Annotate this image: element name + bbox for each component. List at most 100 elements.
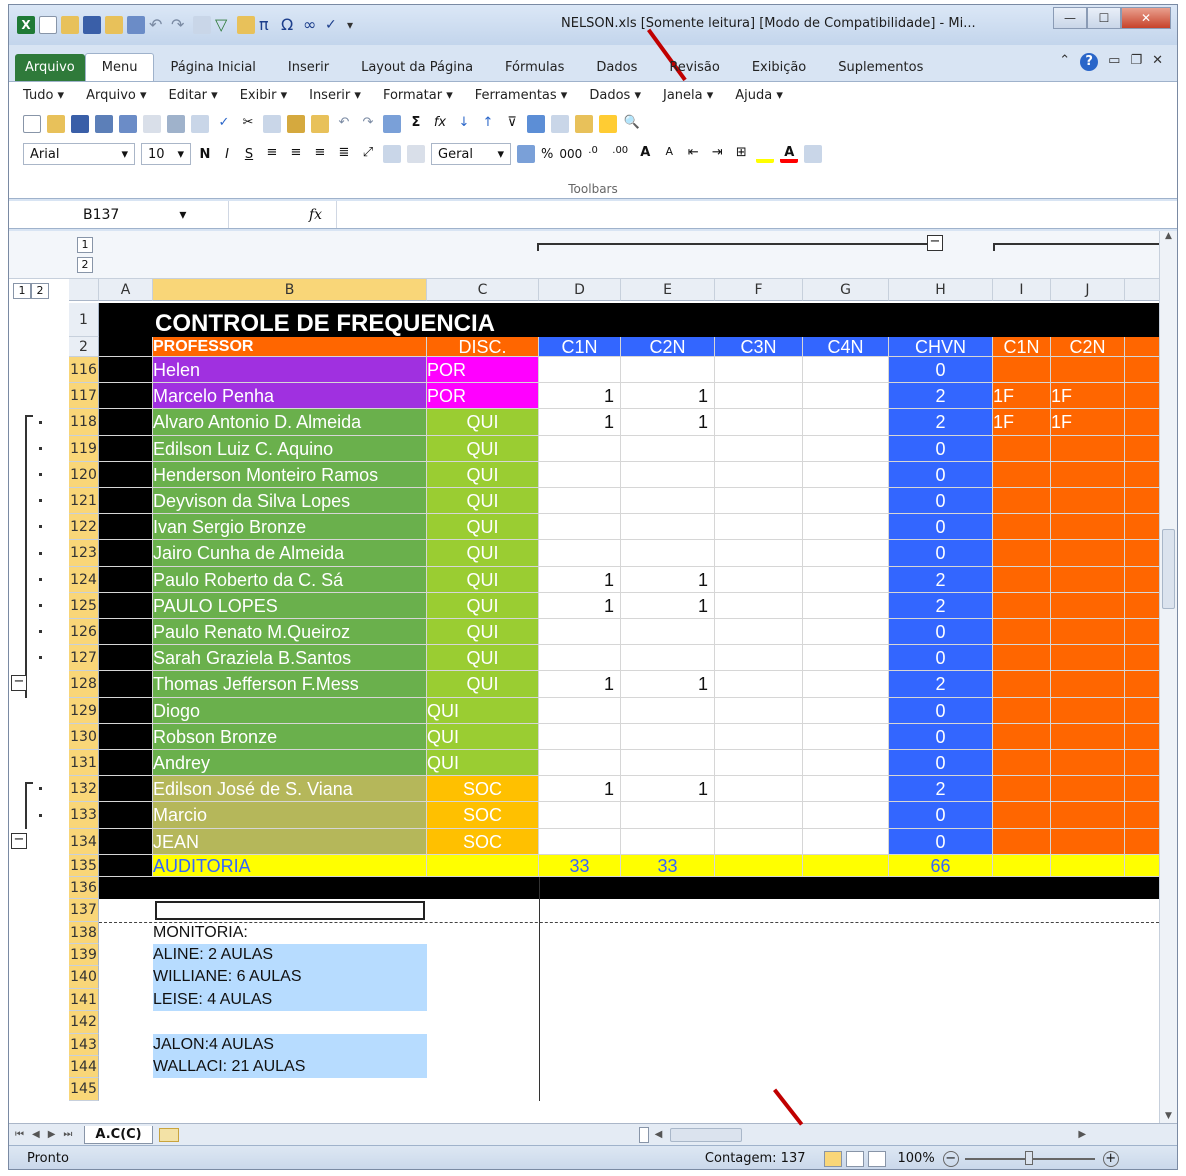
- monitoria-label[interactable]: MONITORIA:: [153, 922, 427, 944]
- cell-a[interactable]: [99, 723, 153, 750]
- j-value[interactable]: [1051, 357, 1125, 384]
- cell-a[interactable]: [99, 619, 153, 646]
- omega-icon[interactable]: Ω: [281, 16, 299, 34]
- i-value[interactable]: [993, 488, 1051, 515]
- vertical-scrollbar[interactable]: ▲ ▼: [1159, 231, 1177, 1123]
- c4n-value[interactable]: [803, 828, 889, 855]
- cell-a135[interactable]: [99, 854, 153, 877]
- scroll-left-icon[interactable]: ◀: [655, 1129, 663, 1140]
- filter-icon[interactable]: ▽: [215, 16, 233, 34]
- excel-logo-icon[interactable]: X: [17, 16, 35, 34]
- row-header[interactable]: 144: [69, 1056, 99, 1079]
- discipline[interactable]: POR: [427, 357, 539, 384]
- c1n-value[interactable]: [539, 828, 621, 855]
- c1n-value[interactable]: [539, 357, 621, 384]
- c1n-value[interactable]: 1: [539, 383, 621, 410]
- font-size-combo[interactable]: 10 ▾: [141, 143, 191, 165]
- i-value[interactable]: [993, 592, 1051, 619]
- first-sheet-icon[interactable]: ⏮: [15, 1129, 24, 1140]
- italic-button[interactable]: I: [219, 147, 235, 162]
- i-value[interactable]: [993, 776, 1051, 803]
- row-header[interactable]: 145: [69, 1078, 99, 1101]
- c1n-value[interactable]: [539, 619, 621, 646]
- scroll-down-icon[interactable]: ▼: [1160, 1111, 1177, 1121]
- i-value[interactable]: [993, 435, 1051, 462]
- chvn-value[interactable]: 0: [889, 435, 993, 462]
- c3n-value[interactable]: [715, 383, 803, 410]
- restore-workbook-icon[interactable]: ❐: [1130, 53, 1142, 71]
- monitoria-line[interactable]: WILLIANE: 6 AULAS: [153, 966, 427, 989]
- discipline[interactable]: QUI: [427, 619, 539, 646]
- help-icon[interactable]: ?: [1080, 53, 1099, 71]
- sheet-tab-acc[interactable]: A.C(C): [84, 1125, 153, 1144]
- column-header-g[interactable]: G: [803, 279, 889, 301]
- menu-dados[interactable]: Dados ▾: [589, 88, 641, 103]
- save-icon[interactable]: [71, 115, 89, 133]
- c2n-value[interactable]: 1: [621, 383, 715, 410]
- chvn-value[interactable]: 2: [889, 671, 993, 698]
- increase-decimal-icon[interactable]: .0: [588, 145, 606, 163]
- highlight-icon[interactable]: [599, 115, 617, 133]
- j-value[interactable]: [1051, 645, 1125, 672]
- c1n-value[interactable]: 1: [539, 592, 621, 619]
- c4n-value[interactable]: [803, 383, 889, 410]
- c2n-value[interactable]: 1: [621, 409, 715, 436]
- row-header[interactable]: 123: [69, 540, 99, 567]
- c3n-value[interactable]: [715, 697, 803, 724]
- menu-tudo[interactable]: Tudo ▾: [23, 88, 64, 103]
- chvn-value[interactable]: 0: [889, 514, 993, 541]
- cut-icon[interactable]: ✂: [239, 115, 257, 133]
- row-outline-level-2-button[interactable]: 2: [31, 283, 49, 299]
- row-header[interactable]: 136: [69, 876, 99, 900]
- chvn-value[interactable]: 0: [889, 828, 993, 855]
- chvn-value[interactable]: 2: [889, 383, 993, 410]
- chvn-value[interactable]: 0: [889, 697, 993, 724]
- tab-dados[interactable]: Dados: [580, 54, 653, 81]
- zoom-level[interactable]: 100%: [898, 1151, 935, 1166]
- collapse-ribbon-icon[interactable]: ⌃: [1059, 53, 1070, 71]
- column-header-c[interactable]: C: [427, 279, 539, 301]
- professor-name[interactable]: PAULO LOPES: [153, 592, 427, 619]
- professor-name[interactable]: Edilson José de S. Viana: [153, 776, 427, 803]
- c1n-value[interactable]: 1: [539, 671, 621, 698]
- tab-pagina-inicial[interactable]: Página Inicial: [154, 54, 271, 81]
- spelling-icon[interactable]: ✓: [325, 16, 343, 34]
- page-layout-view-icon[interactable]: [845, 1150, 864, 1167]
- underline-button[interactable]: S: [241, 147, 257, 162]
- wrap-text-icon[interactable]: [407, 145, 425, 163]
- font-name-combo[interactable]: Arial ▾: [23, 143, 135, 165]
- monitoria-line[interactable]: [153, 1011, 427, 1034]
- discipline[interactable]: QUI: [427, 645, 539, 672]
- row-header[interactable]: 135: [69, 854, 99, 877]
- horizontal-scroll-thumb[interactable]: [670, 1127, 743, 1142]
- styles-icon[interactable]: [804, 145, 823, 163]
- cell-a[interactable]: [99, 750, 153, 777]
- justify-icon[interactable]: ≣: [335, 145, 353, 163]
- column-header-f[interactable]: F: [715, 279, 803, 301]
- row-header[interactable]: 138: [69, 921, 99, 944]
- tab-exibicao[interactable]: Exibição: [736, 54, 822, 81]
- i-value[interactable]: [993, 828, 1051, 855]
- discipline[interactable]: POR: [427, 383, 539, 410]
- zoom-in-icon[interactable]: +: [1102, 1150, 1119, 1167]
- c1n-value[interactable]: [539, 461, 621, 488]
- row-header[interactable]: 139: [69, 944, 99, 967]
- j-value[interactable]: [1051, 750, 1125, 777]
- cell-a[interactable]: [99, 828, 153, 855]
- c1n-value[interactable]: [539, 697, 621, 724]
- j-value[interactable]: [1051, 461, 1125, 488]
- professor-name[interactable]: Diogo: [153, 697, 427, 724]
- discipline[interactable]: SOC: [427, 828, 539, 855]
- merge-center-icon[interactable]: [383, 145, 401, 163]
- j-value[interactable]: [1051, 723, 1125, 750]
- borders-icon[interactable]: ⊞: [732, 145, 750, 163]
- cell-a[interactable]: [99, 592, 153, 619]
- increase-indent-icon[interactable]: ⇥: [708, 145, 726, 163]
- maximize-button[interactable]: ☐: [1087, 7, 1121, 29]
- discipline[interactable]: QUI: [427, 540, 539, 567]
- close-workbook-icon[interactable]: ✕: [1152, 53, 1163, 71]
- c1n-value[interactable]: [539, 435, 621, 462]
- folder-icon[interactable]: [575, 115, 593, 133]
- insert-function-icon[interactable]: fx: [309, 207, 322, 223]
- sheet-title[interactable]: CONTROLE DE FREQUENCIA: [155, 303, 539, 337]
